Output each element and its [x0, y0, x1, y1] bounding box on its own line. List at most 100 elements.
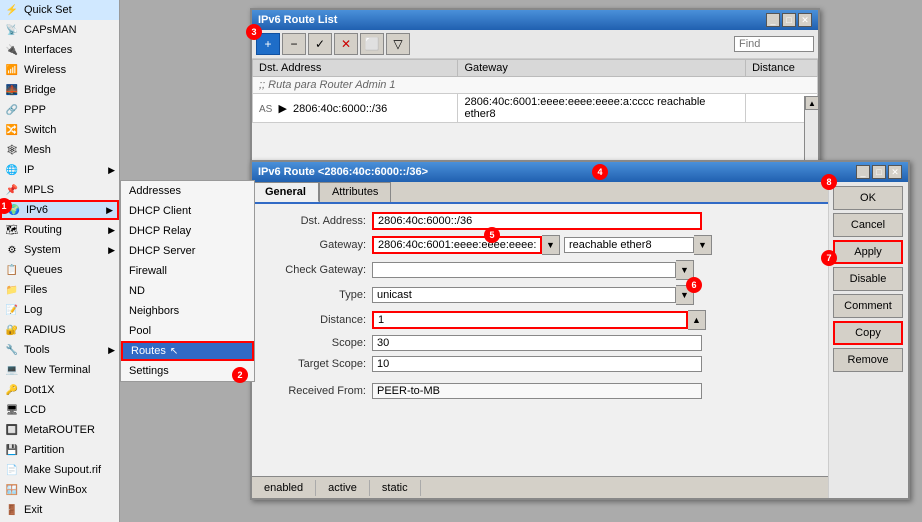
sidebar-item-exit[interactable]: 🚪 Exit — [0, 500, 119, 520]
badge-6: 6 — [686, 277, 702, 293]
sidebar-item-ip[interactable]: 🌐 IP ▶ — [0, 160, 119, 180]
sidebar-item-radius[interactable]: 🔐 RADIUS — [0, 320, 119, 340]
sidebar-item-bridge[interactable]: 🌉 Bridge — [0, 80, 119, 100]
detail-minimize-button[interactable]: _ — [856, 165, 870, 179]
sidebar-label: MPLS — [24, 184, 54, 196]
sidebar-label: PPP — [24, 104, 46, 116]
route-detail-window: IPv6 Route <2806:40c:6000::/36> _ □ ✕ Ge… — [250, 160, 910, 500]
submenu-neighbors[interactable]: Neighbors — [121, 301, 254, 321]
sidebar-item-dot1x[interactable]: 🔑 Dot1X — [0, 380, 119, 400]
lcd-icon: 🖥 — [4, 402, 20, 418]
sidebar-label: Dot1X — [24, 384, 55, 396]
sidebar-item-mesh[interactable]: 🕸 Mesh — [0, 140, 119, 160]
sidebar-item-new-winbox[interactable]: 🪟 New WinBox — [0, 480, 119, 500]
switch-icon: 🔀 — [4, 122, 20, 138]
table-row[interactable]: AS ▶ 2806:40c:6000::/36 2806:40c:6001:ee… — [253, 94, 818, 123]
sidebar-item-new-terminal[interactable]: 💻 New Terminal — [0, 360, 119, 380]
scope-input[interactable] — [372, 335, 702, 351]
sidebar-item-make-supout[interactable]: 📄 Make Supout.rif — [0, 460, 119, 480]
dst-address-row: Dst. Address: — [262, 212, 818, 230]
sidebar-item-files[interactable]: 📁 Files — [0, 280, 119, 300]
distance-input[interactable] — [372, 311, 688, 329]
sidebar-label: Tools — [24, 344, 50, 356]
submenu-dhcp-server[interactable]: DHCP Server — [121, 241, 254, 261]
sidebar-item-ipv6[interactable]: 1 🌍 IPv6 ▶ — [0, 200, 119, 220]
submenu-pool[interactable]: Pool — [121, 321, 254, 341]
gateway-right-dropdown-button[interactable]: ▼ — [694, 235, 712, 255]
maximize-button[interactable]: □ — [782, 13, 796, 27]
route-list-toolbar: 3 + − ✓ ✕ ⬜ ▽ — [252, 30, 818, 59]
gateway-left-input[interactable] — [372, 236, 542, 254]
submenu-routes[interactable]: Routes ↖ — [121, 341, 254, 361]
close-button[interactable]: ✕ — [798, 13, 812, 27]
sidebar-item-interfaces[interactable]: 🔌 Interfaces — [0, 40, 119, 60]
sidebar-item-tools[interactable]: 🔧 Tools ▶ — [0, 340, 119, 360]
status-bar: enabled active static — [252, 476, 828, 498]
remove-route-button[interactable]: − — [282, 33, 306, 55]
apply-button[interactable]: Apply — [833, 240, 903, 264]
sidebar-item-ppp[interactable]: 🔗 PPP — [0, 100, 119, 120]
sidebar-item-wireless[interactable]: 📶 Wireless — [0, 60, 119, 80]
disable-button[interactable]: Disable — [833, 267, 903, 291]
remove-button[interactable]: Remove — [833, 348, 903, 372]
gateway-right-input[interactable] — [564, 237, 694, 253]
filter-route-button[interactable]: ▽ — [386, 33, 410, 55]
sidebar-item-log[interactable]: 📝 Log — [0, 300, 119, 320]
submenu-firewall[interactable]: Firewall — [121, 261, 254, 281]
gateway-left-dropdown-button[interactable]: ▼ — [542, 235, 560, 255]
tab-general[interactable]: General — [252, 182, 319, 202]
submenu-dhcp-relay[interactable]: DHCP Relay — [121, 221, 254, 241]
submenu-dhcp-client[interactable]: DHCP Client — [121, 201, 254, 221]
sidebar-item-routing[interactable]: 🗺 Routing ▶ — [0, 220, 119, 240]
sidebar-item-quick-set[interactable]: ⚡ Quick Set — [0, 0, 119, 20]
sidebar-label: Make Supout.rif — [24, 464, 101, 476]
detail-resize-button[interactable]: □ — [872, 165, 886, 179]
sidebar-item-partition[interactable]: 💾 Partition — [0, 440, 119, 460]
distance-input-group: ▲ — [372, 310, 706, 330]
detail-close-button[interactable]: ✕ — [888, 165, 902, 179]
check-route-button[interactable]: ✓ — [308, 33, 332, 55]
ok-button[interactable]: OK — [833, 186, 903, 210]
window-controls: _ □ ✕ — [766, 13, 812, 27]
scroll-up-button[interactable]: ▲ — [805, 96, 818, 110]
badge-5: 5 — [484, 227, 500, 243]
type-input[interactable] — [372, 287, 676, 303]
sidebar-item-switch[interactable]: 🔀 Switch — [0, 120, 119, 140]
minimize-button[interactable]: _ — [766, 13, 780, 27]
tab-attributes[interactable]: Attributes — [319, 182, 391, 202]
route-list-titlebar: IPv6 Route List _ □ ✕ — [252, 10, 818, 30]
files-icon: 📁 — [4, 282, 20, 298]
exit-icon: 🚪 — [4, 502, 20, 518]
sidebar-item-mpls[interactable]: 📌 MPLS — [0, 180, 119, 200]
copy-button[interactable]: Copy — [833, 321, 903, 345]
sidebar-label: Switch — [24, 124, 56, 136]
sidebar-label: Bridge — [24, 84, 56, 96]
sidebar-item-queues[interactable]: 📋 Queues — [0, 260, 119, 280]
comment-cell: ;; Ruta para Router Admin 1 — [253, 77, 818, 94]
ip-arrow: ▶ — [108, 165, 115, 176]
copy-route-button[interactable]: ⬜ — [360, 33, 384, 55]
tools-arrow: ▶ — [108, 345, 115, 356]
distance-up-button[interactable]: ▲ — [688, 310, 706, 330]
sidebar-item-lcd[interactable]: 🖥 LCD — [0, 400, 119, 420]
submenu-nd[interactable]: ND — [121, 281, 254, 301]
sidebar-label: Wireless — [24, 64, 66, 76]
comment-button[interactable]: Comment — [833, 294, 903, 318]
sidebar-item-capsman[interactable]: 📡 CAPsMAN — [0, 20, 119, 40]
radius-icon: 🔐 — [4, 322, 20, 338]
sidebar-label: Interfaces — [24, 44, 72, 56]
dst-address-input[interactable] — [372, 212, 702, 230]
sidebar-item-metarouter[interactable]: 🔲 MetaROUTER — [0, 420, 119, 440]
tools-icon: 🔧 — [4, 342, 20, 358]
submenu-addresses[interactable]: Addresses — [121, 181, 254, 201]
find-input[interactable] — [734, 36, 814, 52]
table-row[interactable]: ;; Ruta para Router Admin 1 — [253, 77, 818, 94]
target-scope-input[interactable] — [372, 356, 702, 372]
quick-set-icon: ⚡ — [4, 2, 20, 18]
cancel-route-button[interactable]: ✕ — [334, 33, 358, 55]
sidebar-item-system[interactable]: ⚙ System ▶ — [0, 240, 119, 260]
cancel-button[interactable]: Cancel — [833, 213, 903, 237]
check-gateway-input[interactable] — [372, 262, 676, 278]
ppp-icon: 🔗 — [4, 102, 20, 118]
dot1x-icon: 🔑 — [4, 382, 20, 398]
